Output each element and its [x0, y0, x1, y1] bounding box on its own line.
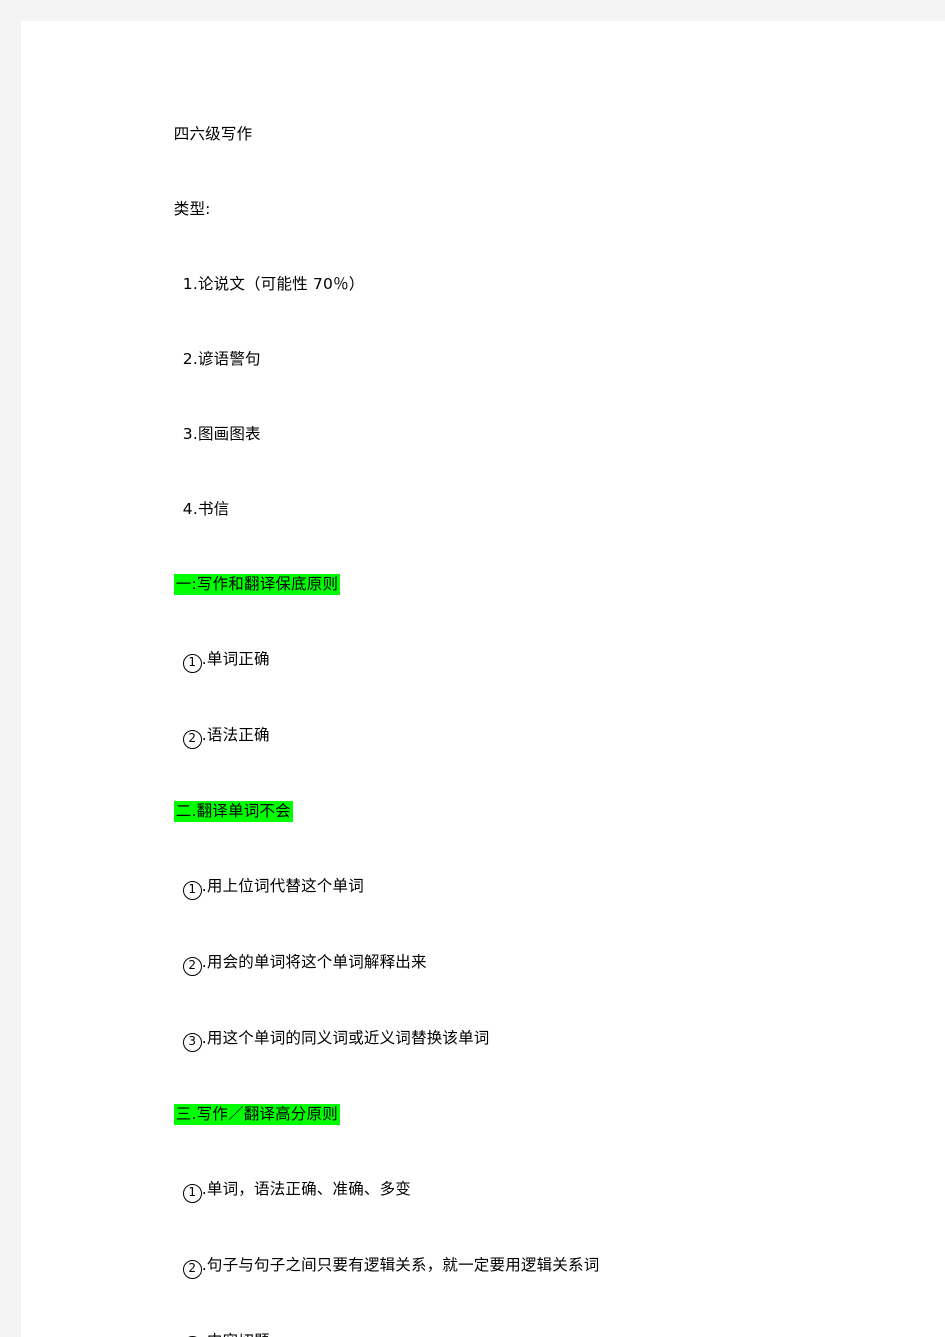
- document-title: 四六级写作: [143, 97, 933, 172]
- section-2-item-text: .用会的单词将这个单词解释出来: [201, 953, 427, 971]
- section-1-item: 2 .语法正确: [143, 698, 933, 774]
- section-3-item-text: .句子与句子之间只要有逻辑关系，就一定要用逻辑关系词: [201, 1256, 600, 1274]
- section-heading-2: 二.翻译单词不会: [143, 774, 933, 849]
- section-heading-2-text: 二.翻译单词不会: [173, 801, 293, 822]
- type-item: 1.论说文（可能性 70％）: [143, 247, 933, 322]
- type-item-label: 4.书信: [182, 500, 230, 518]
- section-2-item: 3 .用这个单词的同义词或近义词替换该单词: [143, 1001, 933, 1077]
- section-2-item-text: .用上位词代替这个单词: [201, 877, 364, 895]
- section-2-item-text: .用这个单词的同义词或近义词替换该单词: [201, 1029, 490, 1047]
- section-2-item: 1 .用上位词代替这个单词: [143, 849, 933, 925]
- section-3-item: 3.内容切题: [143, 1304, 933, 1337]
- document-body: 四六级写作 类型: 1.论说文（可能性 70％） 2.谚语警句 3.图画图表 4…: [143, 97, 933, 1337]
- section-heading-1-text: 一:写作和翻译保底原则: [173, 574, 341, 595]
- circled-number: 3: [182, 1033, 202, 1052]
- section-heading-3-text: 三.写作／翻译高分原则: [173, 1104, 340, 1125]
- section-heading-3: 三.写作／翻译高分原则: [143, 1077, 933, 1152]
- type-item-label: 2.谚语警句: [182, 350, 261, 368]
- circled-number: 2: [182, 957, 202, 976]
- type-item: 2.谚语警句: [143, 322, 933, 397]
- circled-number: 1: [182, 1184, 202, 1203]
- type-item-label: 3.图画图表: [182, 425, 261, 443]
- type-label: 类型:: [173, 200, 211, 218]
- circled-number: 2: [182, 1260, 202, 1279]
- section-1-item-text: .单词正确: [201, 650, 270, 668]
- document-title-text: 四六级写作: [173, 125, 253, 143]
- type-item: 3.图画图表: [143, 397, 933, 472]
- type-label-line: 类型:: [143, 172, 933, 247]
- section-1-item: 1 .单词正确: [143, 622, 933, 698]
- section-3-item-text: .内容切题: [202, 1332, 270, 1337]
- type-item: 4.书信: [143, 472, 933, 547]
- document-page: 四六级写作 类型: 1.论说文（可能性 70％） 2.谚语警句 3.图画图表 4…: [21, 21, 945, 1337]
- type-item-label: 1.论说文（可能性 70％）: [182, 275, 365, 293]
- section-3-item-text: .单词，语法正确、准确、多变: [201, 1180, 411, 1198]
- section-2-item: 2 .用会的单词将这个单词解释出来: [143, 925, 933, 1001]
- circled-number: 1: [182, 881, 202, 900]
- section-1-item-text: .语法正确: [201, 726, 270, 744]
- section-heading-1: 一:写作和翻译保底原则: [143, 547, 933, 622]
- circled-number: 2: [182, 730, 202, 749]
- section-3-item: 2 .句子与句子之间只要有逻辑关系，就一定要用逻辑关系词: [143, 1228, 933, 1304]
- circled-number: 1: [182, 654, 202, 673]
- section-3-item: 1 .单词，语法正确、准确、多变: [143, 1152, 933, 1228]
